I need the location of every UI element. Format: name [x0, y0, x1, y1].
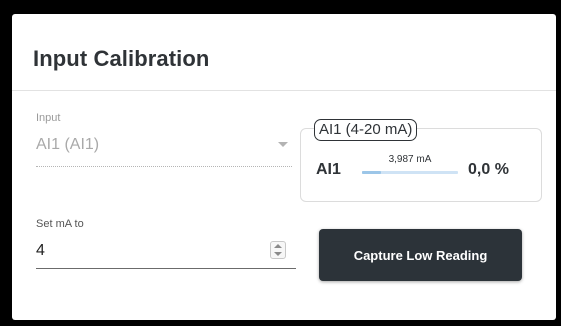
input-select-value: AI1 (AI1): [36, 136, 100, 153]
set-ma-value: 4: [36, 242, 45, 259]
window-frame: Input Calibration Input AI1 (AI1) AI1 (4…: [0, 0, 561, 326]
ma-level-bar-fill: [362, 171, 382, 174]
channel-name: AI1: [316, 161, 341, 178]
set-ma-label: Set mA to: [36, 218, 84, 230]
capture-low-reading-button[interactable]: Capture Low Reading: [319, 229, 522, 281]
ma-level-bar: [362, 171, 458, 174]
page-title: Input Calibration: [33, 46, 210, 71]
channel-legend: AI1 (4-20 mA): [314, 119, 418, 141]
spinner-arrows-icon[interactable]: [270, 241, 286, 259]
card-header: Input Calibration: [12, 14, 556, 91]
input-select[interactable]: AI1 (AI1): [36, 132, 292, 167]
ma-reading: 3,987 mA: [388, 154, 432, 165]
input-select-label: Input: [36, 112, 61, 124]
spin-down-icon[interactable]: [274, 252, 282, 256]
percent-value: 0,0 %: [468, 161, 509, 178]
chevron-down-icon: [278, 142, 288, 147]
set-ma-input[interactable]: 4: [36, 236, 296, 269]
spin-up-icon[interactable]: [274, 244, 282, 248]
